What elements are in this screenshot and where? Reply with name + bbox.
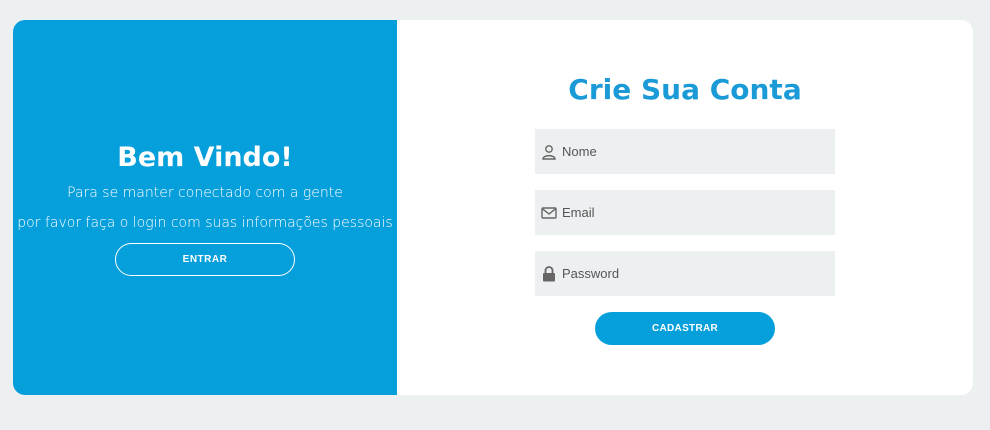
email-field[interactable] <box>535 190 835 235</box>
signup-button[interactable]: CADASTRAR <box>595 312 775 345</box>
user-icon <box>540 143 558 161</box>
signup-title: Crie Sua Conta <box>568 73 802 106</box>
name-field[interactable] <box>535 129 835 174</box>
password-input[interactable] <box>562 251 822 296</box>
lock-icon <box>540 265 558 283</box>
welcome-title: Bem Vindo! <box>117 142 293 173</box>
password-field[interactable] <box>535 251 835 296</box>
envelope-icon <box>540 204 558 222</box>
welcome-text-line1: Para se manter conectado com a gente <box>67 185 343 201</box>
welcome-text-line2: por favor faça o login com suas informaç… <box>17 215 393 231</box>
welcome-panel: Bem Vindo! Para se manter conectado com … <box>13 20 397 395</box>
email-input[interactable] <box>562 190 822 235</box>
signup-card: Bem Vindo! Para se manter conectado com … <box>13 20 973 395</box>
login-button[interactable]: ENTRAR <box>115 243 295 276</box>
name-input[interactable] <box>562 129 822 174</box>
signup-panel: Crie Sua Conta Nome Email CADASTRAR <box>397 20 973 395</box>
